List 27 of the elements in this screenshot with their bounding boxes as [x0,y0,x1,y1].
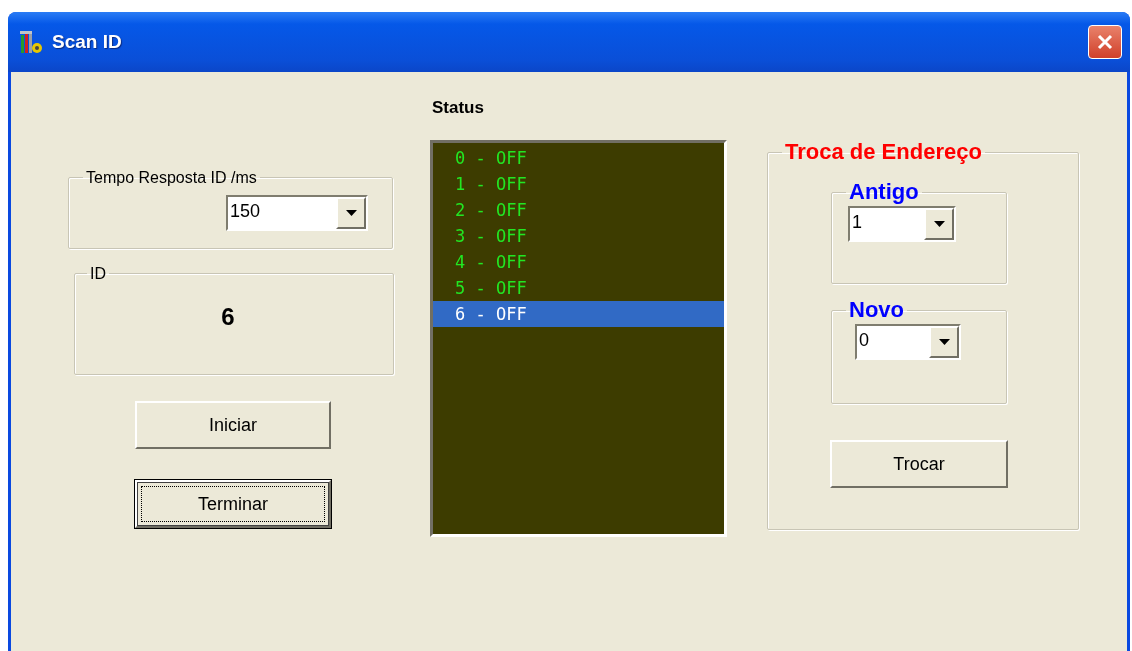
action-button[interactable]: Trocar [830,440,1008,489]
action-button[interactable]: Iniciar [135,401,331,449]
status-list-item[interactable]: 5 - OFF [433,275,724,301]
group-title: Troca de Endereço [784,140,983,165]
status-list-item[interactable]: 0 - OFF [433,145,724,171]
group-label: ID [89,265,107,283]
group-label: Tempo Resposta ID /ms [85,169,258,187]
dropdown-arrow-icon [933,221,945,228]
dropdown-field[interactable]: 150 [226,194,368,231]
close-icon [1096,33,1114,51]
group-label: Antigo [848,180,920,205]
dropdown-arrow-icon [938,339,950,346]
group-label: Novo [848,298,905,323]
window-title: Scan ID [52,31,123,53]
close-button[interactable] [1088,25,1122,59]
tools-icon [18,29,44,55]
status-label: Status [432,98,484,118]
dropdown-field[interactable]: 1 [848,206,956,243]
status-list-item[interactable]: 6 - OFF [433,301,724,327]
action-button[interactable]: Terminar [135,480,331,528]
dropdown-arrow-icon [345,209,357,216]
status-list-item[interactable]: 2 - OFF [433,197,724,223]
id-value: 6 [221,302,235,331]
dropdown-field[interactable]: 0 [855,324,961,361]
status-list-item[interactable]: 4 - OFF [433,249,724,275]
status-list-item[interactable]: 3 - OFF [433,223,724,249]
status-list-item[interactable]: 1 - OFF [433,171,724,197]
